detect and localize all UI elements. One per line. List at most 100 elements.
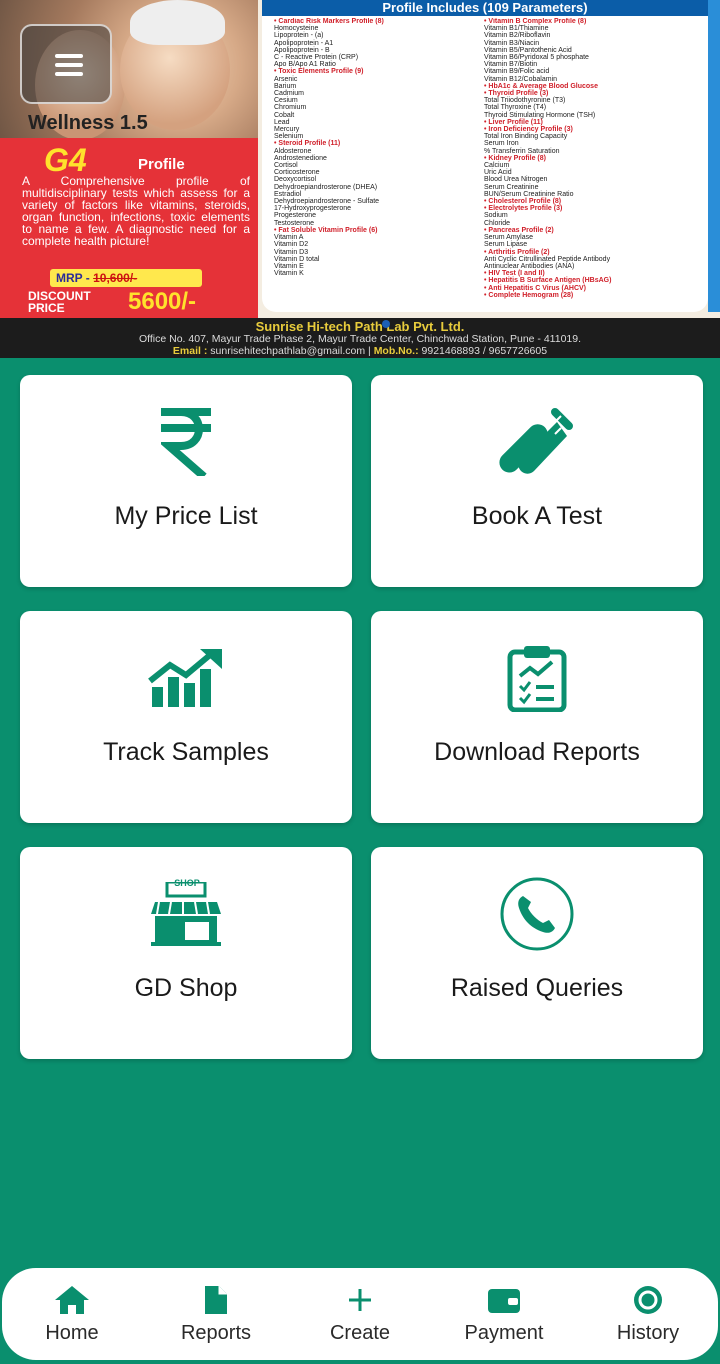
parameter-item: BUN/Serum Creatinine Ratio [484,190,574,198]
parameter-item: Vitamin E [274,262,304,270]
parameter-item: Estradiol [274,190,302,198]
parameter-item: Total Thyroxine (T4) [484,104,547,112]
mrp-value: 10,600/- [93,271,138,285]
parameter-item: Lead [274,118,290,126]
home-icon [2,1284,142,1316]
nav-history[interactable]: History [578,1268,718,1360]
promo-banner[interactable]: Wellness 1.5 G4 Profile A Comprehensive … [0,0,720,358]
nav-payment[interactable]: Payment [434,1268,574,1360]
raised-queries-label: Raised Queries [450,974,624,1002]
parameters-panel: Profile Includes (109 Parameters) • Card… [262,0,708,312]
banner-edge [708,0,720,312]
parameter-item: Androstenedione [274,154,327,162]
promo-description: A Comprehensive profile of multidiscipli… [22,174,250,248]
parameter-item: Arsenic [274,75,298,83]
history-icon [578,1284,718,1316]
lab-address: Office No. 407, Mayur Trade Phase 2, May… [138,333,582,345]
parameter-item: Serum Creatinine [484,183,539,191]
parameter-item: • Fat Soluble Vitamin Profile (6) [274,226,378,234]
parameter-item: Anti Cyclic Citrullinated Peptide Antibo… [484,255,611,263]
parameter-item: • Arthritis Profile (2) [484,248,550,256]
parameter-item: • Anti Hepatitis C Virus (AHCV) [484,284,587,292]
parameter-item: Vitamin A [274,234,304,242]
parameter-item: • Vitamin B Complex Profile (8) [484,18,587,25]
parameter-item: • Electrolytes Profile (3) [484,205,563,213]
parameter-item: % Transferrin Saturation [484,147,560,155]
mrp-label: MRP - [56,271,90,285]
parameter-item: Total Triiodothyronine (T3) [484,97,566,105]
nav-create-label: Create [329,1322,391,1344]
parameter-item: Chloride [484,219,511,227]
mobile-label: Mob.No.: [373,345,419,357]
parameter-item: • Cardiac Risk Markers Profile (8) [274,18,384,25]
lab-contact: Email : sunrisehitechpathlab@gmail.com |… [172,345,548,357]
parameter-item: Mercury [274,126,300,134]
parameter-item: Testosterone [274,219,315,227]
parameters-column-1: • Cardiac Risk Markers Profile (8) Homocy… [274,18,479,277]
parameter-item: Vitamin B7/Biotin [484,61,538,69]
carousel-indicator-dot[interactable] [382,320,390,328]
nav-reports-label: Reports [180,1322,252,1344]
nav-history-label: History [616,1322,680,1344]
parameter-item: • Thyroid Profile (3) [484,90,549,98]
parameter-item: Dehydroepiandrosterone (DHEA) [274,183,378,191]
parameter-item: Serum Amylase [484,234,534,242]
parameter-item: • Toxic Elements Profile (9) [274,68,364,76]
parameter-item: Barium [274,82,297,90]
phone-icon [371,877,703,951]
banner-product-title: Wellness 1.5 [28,112,148,134]
gd-shop-tile[interactable]: SHOP GD Shop [20,847,352,1059]
parameter-item: Vitamin D2 [274,241,309,249]
parameter-item: Cortisol [274,162,298,170]
growth-chart-icon [20,641,352,715]
track-samples-tile[interactable]: Track Samples [20,611,352,823]
track-samples-label: Track Samples [103,738,269,766]
book-a-test-tile[interactable]: Book A Test [371,375,703,587]
parameter-item: Selenium [274,133,304,141]
parameter-item: Apolipoprotein - B [274,46,330,54]
parameter-item: Aldosterone [274,147,312,155]
parameter-item: Corticosterone [274,169,320,177]
lab-mobile: 9921468893 / 9657726605 [421,345,548,357]
plus-icon [290,1284,430,1316]
parameter-item: Chromium [274,104,307,112]
download-reports-label: Download Reports [434,738,640,766]
my-price-list-tile[interactable]: My Price List [20,375,352,587]
email-label: Email : [172,345,208,357]
parameter-item: • Kidney Profile (8) [484,154,546,162]
parameter-item: Vitamin B3/Niacin [484,39,540,47]
parameter-item: Cobalt [274,111,295,119]
parameter-item: Vitamin B2/Riboflavin [484,32,551,40]
parameter-item: • Complete Hemogram (28) [484,291,574,299]
parameter-item: Blood Urea Nitrogen [484,176,548,184]
file-icon [146,1284,286,1316]
nav-payment-label: Payment [464,1322,544,1344]
parameter-item: Homocysteine [274,25,319,33]
nav-create[interactable]: Create [290,1268,430,1360]
parameter-item: Vitamin K [274,270,304,278]
parameter-item: Thyroid Stimulating Hormone (TSH) [484,111,596,119]
discount-label: DISCOUNT PRICE [28,289,91,315]
shop-icon [20,877,352,951]
parameter-item: • Liver Profile (11) [484,118,543,126]
raised-queries-tile[interactable]: Raised Queries [371,847,703,1059]
parameter-item: Vitamin B6/Pyridoxal 5 phosphate [484,54,589,62]
nav-home-label: Home [45,1322,99,1344]
parameter-item: Vitamin D3 [274,248,309,256]
nav-home[interactable]: Home [2,1268,142,1360]
parameter-item: Dehydroepiandrosterone - Sulfate [274,198,380,206]
parameter-item: Vitamin B1/Thiamine [484,25,549,33]
bottom-navigation: Home Reports Create Payment History [2,1268,718,1360]
menu-button[interactable] [20,24,112,104]
parameter-item: Uric Acid [484,169,512,177]
book-a-test-label: Book A Test [471,502,603,530]
parameter-item: • Cholesterol Profile (8) [484,198,562,206]
parameter-item: • Steroid Profile (11) [274,140,341,148]
parameters-title: Profile Includes (109 Parameters) [262,0,708,16]
parameter-item: Apolipoprotein - A1 [274,39,334,47]
profile-word: Profile [138,156,185,173]
parameter-item: Vitamin D total [274,255,320,263]
download-reports-tile[interactable]: Download Reports [371,611,703,823]
clipboard-report-icon [371,641,703,715]
nav-reports[interactable]: Reports [146,1268,286,1360]
